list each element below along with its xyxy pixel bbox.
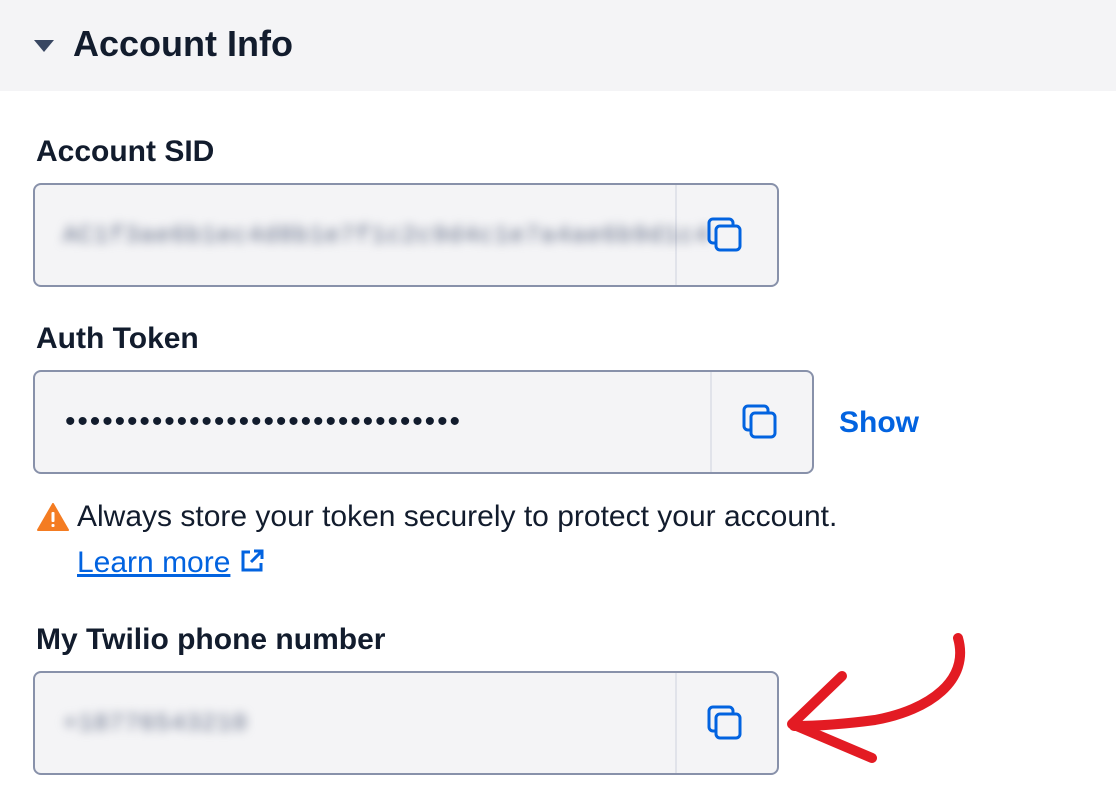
section-header[interactable]: Account Info <box>0 0 1116 91</box>
auth-token-label: Auth Token <box>36 322 199 355</box>
copy-auth-token-button[interactable] <box>708 372 812 472</box>
phone-number-field: +18776543210 <box>33 671 779 775</box>
warning-triangle-icon <box>37 503 69 531</box>
auth-token-field: •••••••••••••••••••••••••••••••• <box>33 370 814 474</box>
copy-phone-number-button[interactable] <box>673 673 777 773</box>
copy-icon <box>707 705 742 740</box>
phone-number-value-box[interactable]: +18776543210 <box>35 673 677 773</box>
phone-number-value: +18776543210 <box>63 711 248 738</box>
account-sid-field: AC1f3ae6b1ec4d8b1e7f1c2c9d4c1e7a4ae6b9d1… <box>33 183 779 287</box>
account-sid-value: AC1f3ae6b1ec4d8b1e7f1c2c9d4c1e7a4ae6b9d1… <box>63 223 710 250</box>
caret-down-icon[interactable] <box>34 40 54 52</box>
auth-token-value: •••••••••••••••••••••••••••••••• <box>65 405 462 438</box>
account-sid-value-box[interactable]: AC1f3ae6b1ec4d8b1e7f1c2c9d4c1e7a4ae6b9d1… <box>35 185 709 285</box>
auth-token-value-box[interactable]: •••••••••••••••••••••••••••••••• <box>35 372 712 472</box>
account-sid-label: Account SID <box>36 135 215 168</box>
phone-number-label: My Twilio phone number <box>36 623 386 656</box>
warning-message: Always store your token securely to prot… <box>77 500 838 533</box>
section-title: Account Info <box>73 23 293 64</box>
copy-icon <box>707 217 742 252</box>
token-security-warning: Always store your token securely to prot… <box>77 494 847 586</box>
copy-account-sid-button[interactable] <box>673 185 777 285</box>
copy-icon <box>742 404 777 439</box>
account-info-page: Account Info Account SID AC1f3ae6b1ec4d8… <box>0 0 1116 800</box>
show-token-link[interactable]: Show <box>839 405 919 441</box>
learn-more-link[interactable]: Learn more <box>77 546 230 579</box>
annotation-arrow <box>787 633 965 763</box>
external-link-icon[interactable] <box>238 547 266 575</box>
